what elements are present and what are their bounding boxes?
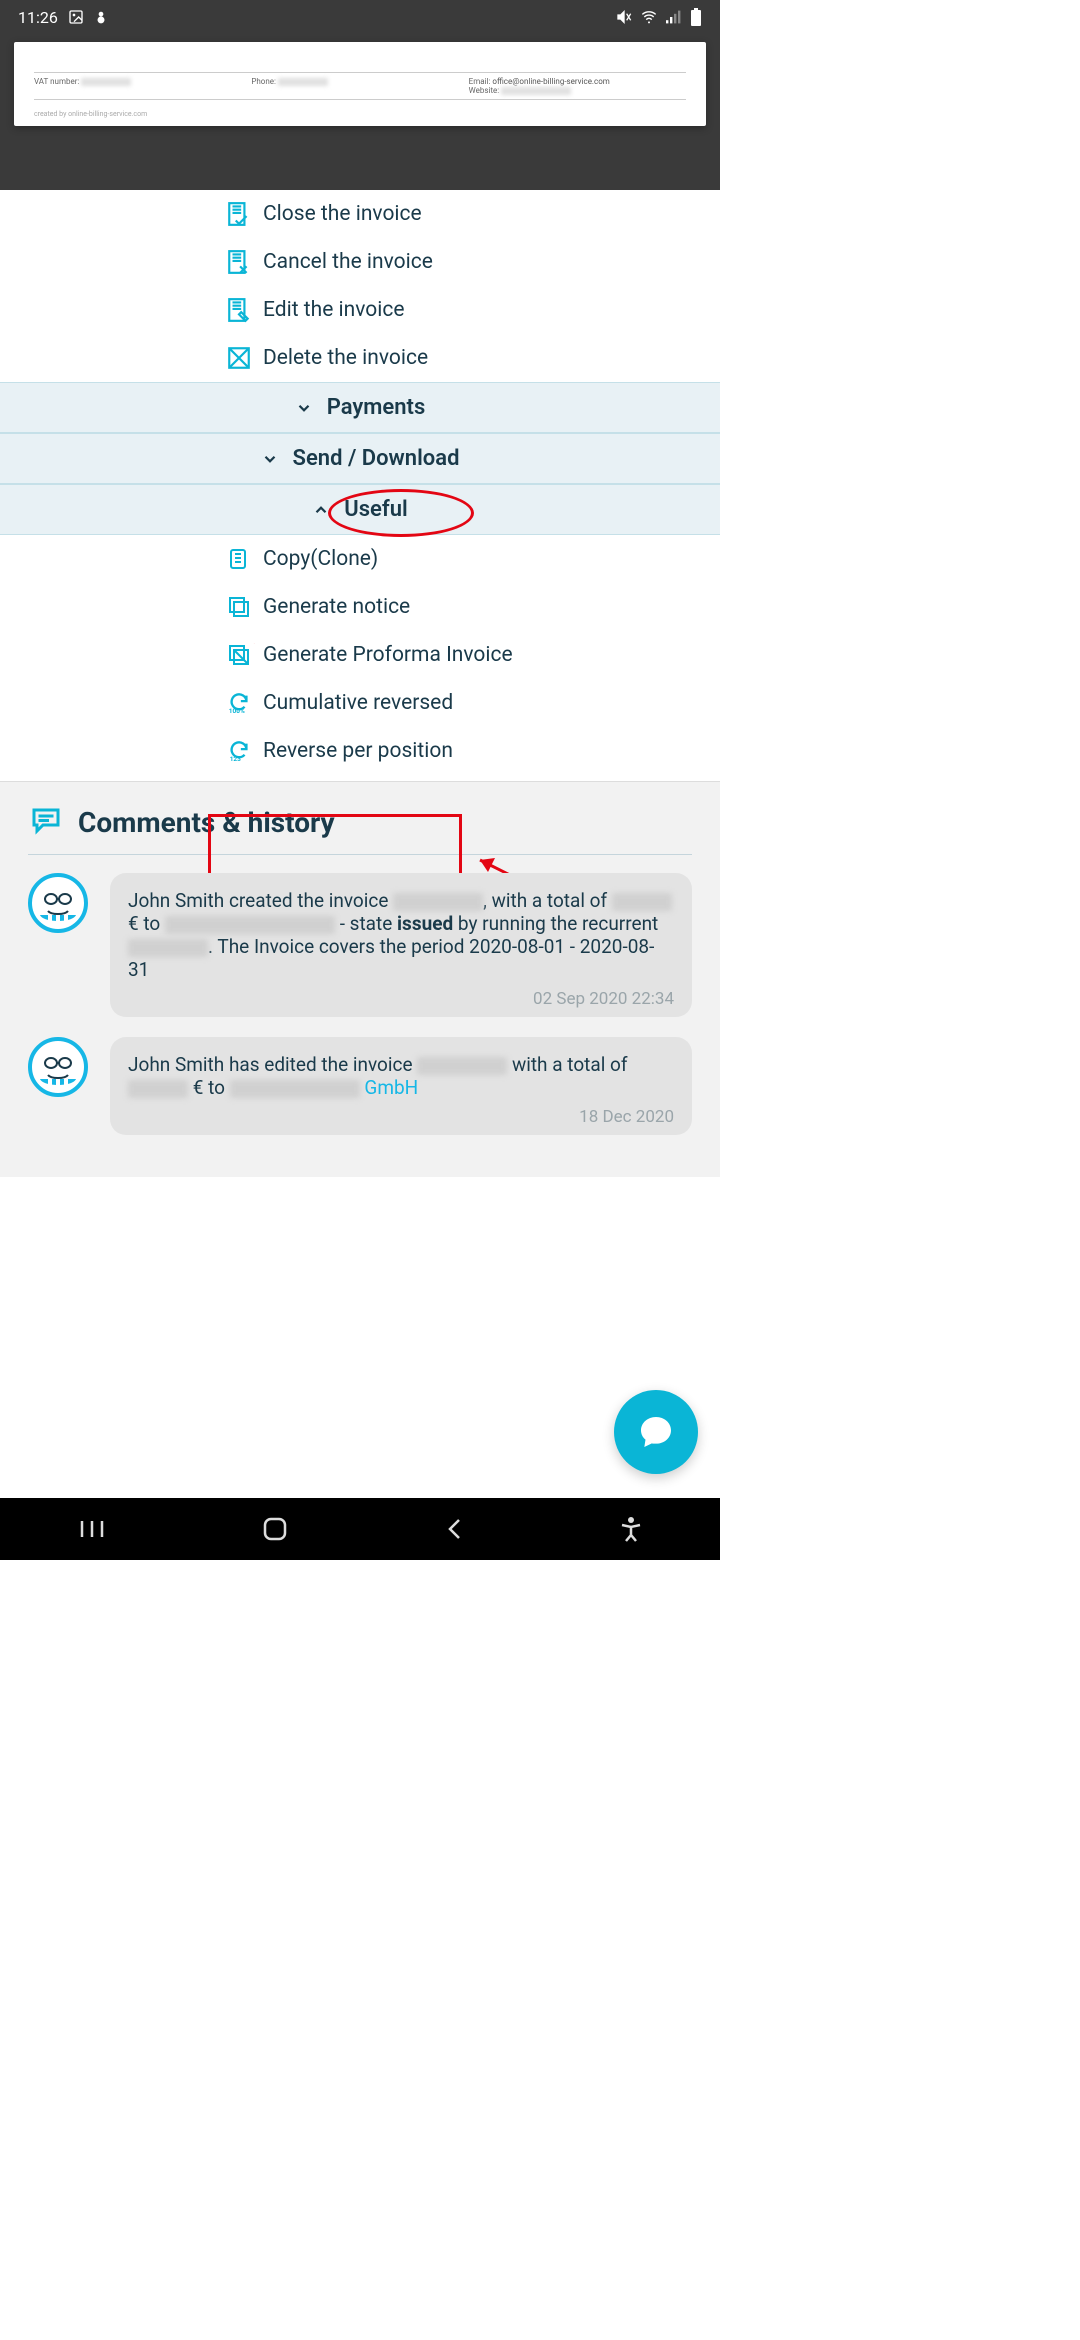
comments-icon bbox=[28, 804, 64, 840]
redacted-link[interactable] bbox=[128, 939, 208, 957]
cancel-invoice-icon bbox=[225, 248, 253, 276]
generate-notice-button[interactable]: Generate notice bbox=[0, 583, 720, 631]
redacted-link[interactable] bbox=[165, 916, 335, 934]
accordion-payments-label: Payments bbox=[327, 395, 426, 420]
header-preview-area: VAT number: Phone: Email: office@online-… bbox=[0, 34, 720, 190]
status-time: 11:26 bbox=[18, 8, 58, 27]
comment-text-2c: € to bbox=[188, 1076, 230, 1099]
accordion-payments[interactable]: Payments bbox=[0, 382, 720, 433]
invoice-preview[interactable]: VAT number: Phone: Email: office@online-… bbox=[14, 42, 706, 126]
comment-text-1a: John Smith created the invoice bbox=[128, 889, 393, 912]
reverse-per-position-label: Reverse per position bbox=[263, 739, 453, 763]
accordion-useful-label: Useful bbox=[344, 497, 407, 522]
phone-label: Phone: bbox=[251, 77, 276, 86]
back-button[interactable] bbox=[445, 1516, 463, 1542]
reverse-100-icon: 100% bbox=[225, 689, 253, 717]
edit-invoice-label: Edit the invoice bbox=[263, 298, 404, 322]
android-nav-bar bbox=[0, 1498, 720, 1560]
comment-text-1e: by running the recurrent bbox=[453, 912, 658, 935]
stack-icon bbox=[225, 593, 253, 621]
cancel-invoice-label: Cancel the invoice bbox=[263, 250, 433, 274]
status-bar: 11:26 bbox=[0, 0, 720, 34]
comment-text-1d: - state bbox=[335, 912, 397, 935]
svg-text:100%: 100% bbox=[229, 707, 245, 715]
cancel-invoice-button[interactable]: Cancel the invoice bbox=[0, 238, 720, 286]
invoice-footer: created by online-billing-service.com bbox=[34, 110, 686, 118]
accordion-useful[interactable]: Useful bbox=[0, 484, 720, 535]
email-value: office@online-billing-service.com bbox=[492, 77, 609, 86]
cumulative-reversed-label: Cumulative reversed bbox=[263, 691, 453, 715]
snowman-icon bbox=[94, 9, 108, 25]
redacted bbox=[612, 893, 672, 911]
website-label: Website: bbox=[469, 86, 500, 95]
accessibility-button[interactable] bbox=[620, 1516, 642, 1542]
edit-invoice-button[interactable]: Edit the invoice bbox=[0, 286, 720, 334]
comments-section: Comments & history John Smith created th… bbox=[0, 781, 720, 1177]
chevron-down-icon bbox=[295, 399, 313, 417]
signal-icon bbox=[666, 10, 682, 24]
comment-text-1b: , with a total of bbox=[483, 889, 612, 912]
redacted-link[interactable] bbox=[230, 1080, 360, 1098]
generate-notice-label: Generate notice bbox=[263, 595, 410, 619]
battery-icon bbox=[690, 8, 702, 26]
delete-invoice-label: Delete the invoice bbox=[263, 346, 428, 370]
wifi-icon bbox=[640, 9, 658, 25]
home-button[interactable] bbox=[262, 1516, 288, 1542]
reverse-123-icon: 123 bbox=[225, 737, 253, 765]
invoice-actions: Close the invoice Cancel the invoice Edi… bbox=[0, 190, 720, 382]
avatar bbox=[28, 873, 88, 933]
close-invoice-label: Close the invoice bbox=[263, 202, 422, 226]
image-icon bbox=[68, 9, 84, 25]
avatar bbox=[28, 1037, 88, 1097]
chevron-down-icon bbox=[261, 450, 279, 468]
comment-timestamp: 18 Dec 2020 bbox=[128, 1107, 674, 1127]
accordion-send-download-label: Send / Download bbox=[293, 446, 460, 471]
close-invoice-icon bbox=[225, 200, 253, 228]
delete-invoice-icon bbox=[225, 344, 253, 372]
chat-icon bbox=[636, 1412, 676, 1452]
copy-icon bbox=[225, 545, 253, 573]
redacted bbox=[393, 893, 483, 911]
close-invoice-button[interactable]: Close the invoice bbox=[0, 190, 720, 238]
svg-text:123: 123 bbox=[230, 755, 241, 763]
comment-bubble: John Smith has edited the invoice with a… bbox=[110, 1037, 692, 1135]
chat-fab[interactable] bbox=[614, 1390, 698, 1474]
proforma-icon bbox=[225, 641, 253, 669]
phone-value-redacted bbox=[278, 78, 328, 86]
email-label: Email: bbox=[469, 77, 491, 86]
generate-proforma-button[interactable]: Generate Proforma Invoice bbox=[0, 631, 720, 679]
comment-state: issued bbox=[397, 912, 453, 935]
redacted bbox=[417, 1057, 507, 1075]
reverse-per-position-button[interactable]: 123 Reverse per position bbox=[0, 727, 720, 775]
accordion-send-download[interactable]: Send / Download bbox=[0, 433, 720, 484]
generate-proforma-label: Generate Proforma Invoice bbox=[263, 643, 513, 667]
comment-link[interactable]: GmbH bbox=[364, 1076, 418, 1099]
cumulative-reversed-button[interactable]: 100% Cumulative reversed bbox=[0, 679, 720, 727]
comment-text-2b: with a total of bbox=[507, 1053, 627, 1076]
comment-item: John Smith created the invoice , with a … bbox=[28, 873, 692, 1017]
redacted bbox=[128, 1080, 188, 1098]
vat-value-redacted bbox=[81, 78, 131, 86]
mute-icon bbox=[616, 9, 632, 25]
copy-clone-button[interactable]: Copy(Clone) bbox=[0, 535, 720, 583]
comment-item: John Smith has edited the invoice with a… bbox=[28, 1037, 692, 1135]
comment-timestamp: 02 Sep 2020 22:34 bbox=[128, 989, 674, 1009]
comment-bubble: John Smith created the invoice , with a … bbox=[110, 873, 692, 1017]
delete-invoice-button[interactable]: Delete the invoice bbox=[0, 334, 720, 382]
recent-apps-button[interactable] bbox=[79, 1519, 105, 1539]
comment-text-1c: € to bbox=[128, 912, 165, 935]
comment-text-2a: John Smith has edited the invoice bbox=[128, 1053, 417, 1076]
website-value-redacted bbox=[501, 87, 571, 95]
copy-clone-label: Copy(Clone) bbox=[263, 547, 378, 571]
useful-actions: Copy(Clone) Generate notice Generate Pro… bbox=[0, 535, 720, 775]
edit-invoice-icon bbox=[225, 296, 253, 324]
comments-title: Comments & history bbox=[78, 806, 335, 839]
vat-label: VAT number: bbox=[34, 77, 79, 86]
